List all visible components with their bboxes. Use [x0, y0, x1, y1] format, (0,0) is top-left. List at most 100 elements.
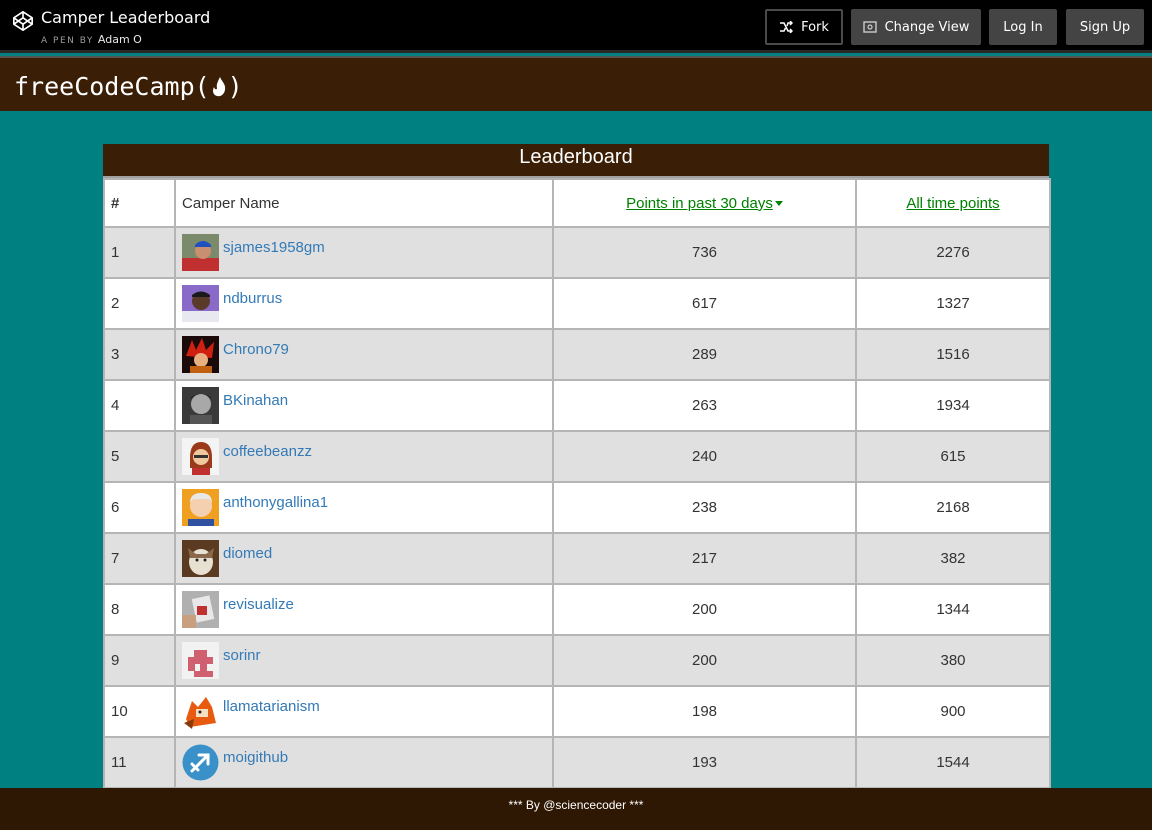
username-link[interactable]: sjames1958gm [223, 239, 325, 256]
camper-cell: ndburrus [174, 277, 554, 330]
username-link[interactable]: coffeebeanzz [223, 443, 312, 460]
change-view-label: Change View [884, 19, 970, 35]
header-rank: # [103, 178, 176, 228]
rank-cell: 2 [103, 277, 176, 330]
alltime-points-cell: 380 [855, 634, 1051, 687]
avatar[interactable] [182, 489, 219, 526]
recent-points-cell: 200 [552, 634, 857, 687]
username-link[interactable]: anthonygallina1 [223, 494, 328, 511]
leaderboard-table: # Camper Name Points in past 30 days All… [103, 178, 1051, 789]
rank-cell: 3 [103, 328, 176, 381]
fork-button[interactable]: Fork [765, 9, 843, 45]
username-link[interactable]: sorinr [223, 647, 261, 664]
username-link[interactable]: diomed [223, 545, 272, 562]
avatar[interactable] [182, 591, 219, 628]
rank-cell: 4 [103, 379, 176, 432]
alltime-points-cell: 2276 [855, 226, 1051, 279]
codepen-logo-icon[interactable] [12, 10, 34, 32]
flame-icon [212, 77, 225, 97]
rank-cell: 6 [103, 481, 176, 534]
pen-author-link[interactable]: Adam O [98, 33, 142, 46]
username-link[interactable]: llamatarianism [223, 698, 320, 715]
username-link[interactable]: Chrono79 [223, 341, 289, 358]
page-footer: *** By @sciencecoder *** [0, 788, 1152, 830]
camper-cell: moigithub [174, 736, 554, 789]
change-view-button[interactable]: Change View [851, 9, 981, 45]
avatar[interactable] [182, 234, 219, 271]
fcc-logo[interactable]: freeCodeCamp() [14, 72, 243, 101]
header-alltime-points: All time points [855, 178, 1051, 228]
table-row: 9 sorinr 200 380 [103, 634, 1051, 687]
codepen-header: Camper Leaderboard A PEN BY Adam O Fork C… [0, 0, 1152, 53]
rank-cell: 11 [103, 736, 176, 789]
alltime-points-cell: 1327 [855, 277, 1051, 330]
camper-cell: coffeebeanzz [174, 430, 554, 483]
table-row: 6 anthonygallina1 238 2168 [103, 481, 1051, 534]
login-button[interactable]: Log In [989, 9, 1057, 45]
alltime-points-cell: 382 [855, 532, 1051, 585]
username-link[interactable]: ndburrus [223, 290, 282, 307]
table-row: 4 BKinahan 263 1934 [103, 379, 1051, 432]
recent-points-cell: 238 [552, 481, 857, 534]
recent-points-cell: 289 [552, 328, 857, 381]
alltime-points-cell: 900 [855, 685, 1051, 738]
camper-cell: anthonygallina1 [174, 481, 554, 534]
camper-cell: Chrono79 [174, 328, 554, 381]
byline-label: A PEN BY [41, 36, 94, 46]
avatar[interactable] [182, 336, 219, 373]
header-recent-points: Points in past 30 days [552, 178, 857, 228]
recent-points-cell: 736 [552, 226, 857, 279]
sort-recent-link[interactable]: Points in past 30 days [626, 195, 773, 212]
table-row: 7 diomed 217 382 [103, 532, 1051, 585]
fork-icon [780, 21, 794, 33]
rank-cell: 9 [103, 634, 176, 687]
rank-cell: 10 [103, 685, 176, 738]
avatar[interactable] [182, 744, 219, 781]
alltime-points-cell: 1934 [855, 379, 1051, 432]
pen-title: Camper Leaderboard [41, 8, 211, 27]
camper-cell: llamatarianism [174, 685, 554, 738]
table-row: 5 coffeebeanzz 240 615 [103, 430, 1051, 483]
fork-label: Fork [801, 19, 829, 35]
camper-cell: sjames1958gm [174, 226, 554, 279]
recent-points-cell: 240 [552, 430, 857, 483]
pen-byline: A PEN BY Adam O [41, 33, 142, 46]
camper-cell: revisualize [174, 583, 554, 636]
rank-cell: 7 [103, 532, 176, 585]
avatar[interactable] [182, 642, 219, 679]
recent-points-cell: 263 [552, 379, 857, 432]
avatar[interactable] [182, 387, 219, 424]
camper-cell: sorinr [174, 634, 554, 687]
recent-points-cell: 198 [552, 685, 857, 738]
camper-cell: diomed [174, 532, 554, 585]
username-link[interactable]: BKinahan [223, 392, 288, 409]
fcc-logo-close: ) [227, 72, 243, 101]
rank-cell: 8 [103, 583, 176, 636]
table-row: 3 Chrono79 289 1516 [103, 328, 1051, 381]
table-row: 2 ndburrus 617 1327 [103, 277, 1051, 330]
avatar[interactable] [182, 438, 219, 475]
view-icon [862, 21, 877, 33]
signup-button[interactable]: Sign Up [1066, 9, 1144, 45]
leaderboard-title: Leaderboard [103, 144, 1049, 178]
sort-caret-icon [774, 201, 783, 207]
avatar[interactable] [182, 285, 219, 322]
table-row: 8 revisualize 200 1344 [103, 583, 1051, 636]
alltime-points-cell: 1516 [855, 328, 1051, 381]
rank-cell: 1 [103, 226, 176, 279]
avatar[interactable] [182, 540, 219, 577]
fcc-navbar: freeCodeCamp() [0, 56, 1152, 111]
username-link[interactable]: revisualize [223, 596, 294, 613]
table-row: 1 sjames1958gm 736 2276 [103, 226, 1051, 279]
sort-alltime-link[interactable]: All time points [906, 195, 999, 212]
camper-cell: BKinahan [174, 379, 554, 432]
avatar[interactable] [182, 693, 219, 730]
table-row: 11 moigithub 193 1544 [103, 736, 1051, 789]
recent-points-cell: 200 [552, 583, 857, 636]
fcc-logo-text: freeCodeCamp( [14, 72, 210, 101]
alltime-points-cell: 615 [855, 430, 1051, 483]
alltime-points-cell: 2168 [855, 481, 1051, 534]
username-link[interactable]: moigithub [223, 749, 288, 766]
alltime-points-cell: 1544 [855, 736, 1051, 789]
recent-points-cell: 217 [552, 532, 857, 585]
